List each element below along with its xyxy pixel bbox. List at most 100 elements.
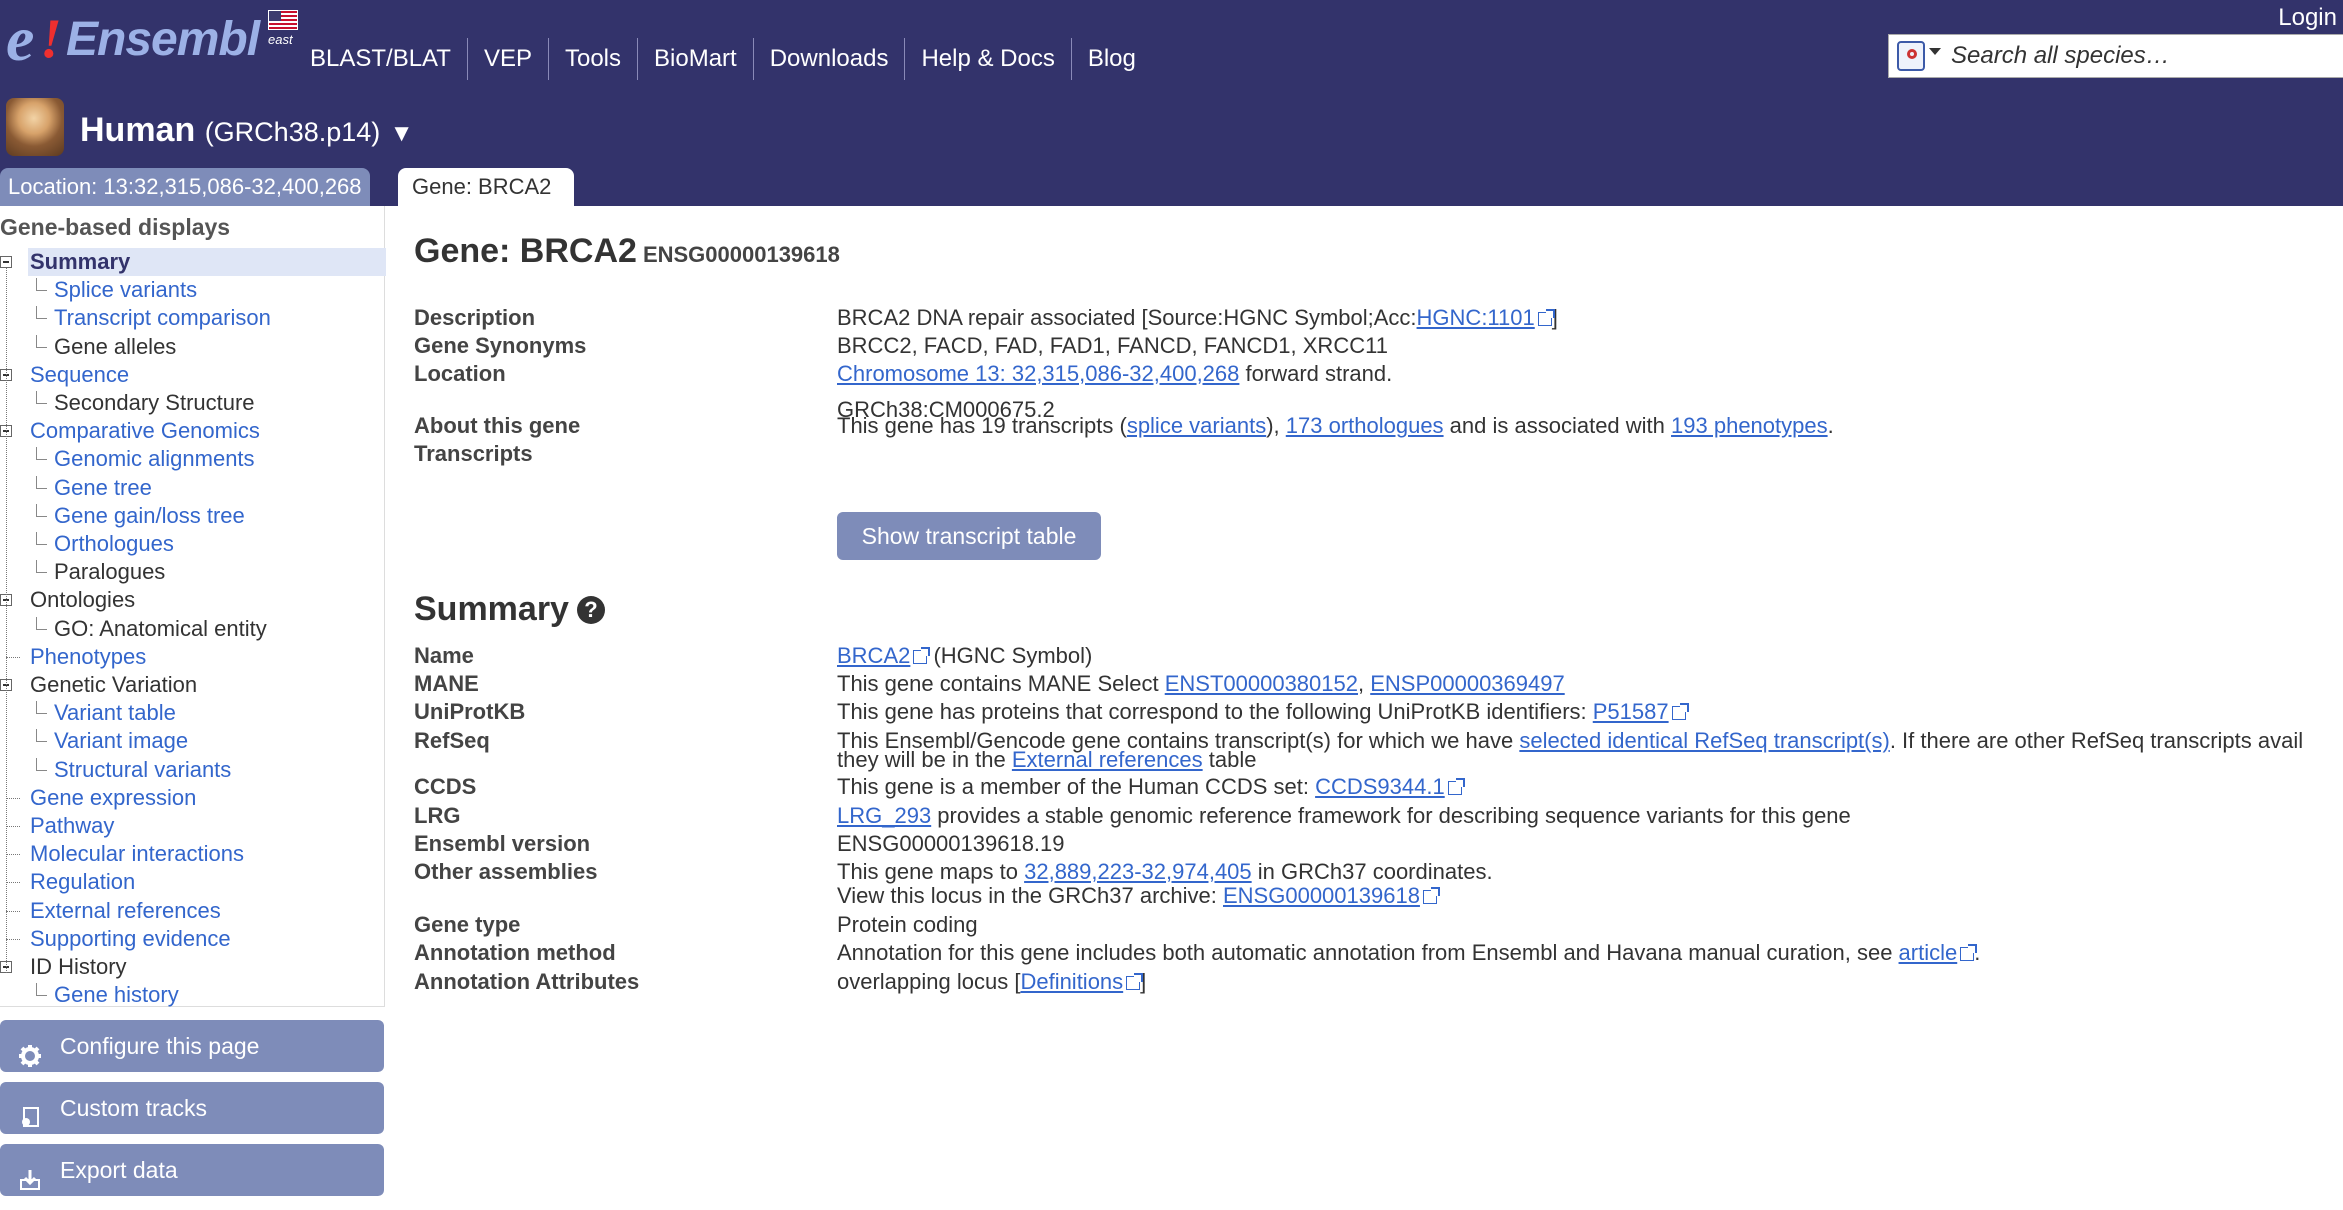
export-data-button[interactable]: Export data [0,1144,384,1196]
uniprot-text: This gene has proteins that correspond t… [837,699,1593,724]
mane-label: MANE [414,671,479,696]
ensembl-logo[interactable]: e ! Ensembl east [6,3,298,74]
lrg-link[interactable]: LRG_293 [837,803,931,828]
hgnc-symbol-link[interactable]: BRCA2 [837,643,910,668]
grch37-coordinates-link[interactable]: 32,889,223-32,974,405 [1024,859,1252,884]
sidebar-item-transcript-comparison[interactable]: Transcript comparison [54,304,271,332]
show-transcript-table-button[interactable]: Show transcript table [837,512,1101,560]
sidebar-item-label: Molecular interactions [30,841,244,867]
sidebar-item-molecular-interactions[interactable]: Molecular interactions [30,840,244,868]
sidebar-item-label: Variant image [54,728,189,754]
uniprot-value: This gene has proteins that correspond t… [837,698,1689,726]
tree-branch-line [36,447,47,461]
article-link[interactable]: article [1899,940,1958,965]
sidebar-item-gene-expression[interactable]: Gene expression [30,784,196,812]
nav-downloads[interactable]: Downloads [752,38,905,80]
tree-branch-line [36,334,47,348]
species-dropdown-icon[interactable]: ▼ [390,120,414,147]
chromosome-location-link[interactable]: Chromosome 13: 32,315,086-32,400,268 [837,361,1239,386]
chevron-down-icon[interactable] [1929,48,1941,55]
sidebar-item-gene-history[interactable]: Gene history [54,981,179,1009]
sidebar-item-label: Supporting evidence [30,925,231,951]
definitions-link[interactable]: Definitions [1020,969,1123,994]
about-label: About this gene [414,413,581,438]
sidebar-item-orthologues[interactable]: Orthologues [54,530,174,558]
tree-branch-line [36,757,47,771]
lrg-value: LRG_293 provides a stable genomic refere… [837,802,1851,830]
sidebar-item-label: Transcript comparison [54,305,271,331]
sidebar-item-comparative-genomics[interactable]: Comparative Genomics [30,417,260,445]
sidebar-item-label: Sequence [30,361,130,387]
sidebar-item-variant-table[interactable]: Variant table [54,699,176,727]
nav-help-docs[interactable]: Help & Docs [904,38,1070,80]
nav-tools[interactable]: Tools [547,38,637,80]
other-text-3: View this locus in the GRCh37 archive: [837,883,1223,908]
sidebar-item-supporting-evidence[interactable]: Supporting evidence [30,925,231,953]
tree-connector-line [6,882,20,884]
logo-subtitle: east [268,32,293,47]
species-title[interactable]: Human (GRCh38.p14) ▼ [80,108,414,156]
refseq-transcripts-link[interactable]: selected identical RefSeq transcript(s) [1519,728,1890,753]
sidebar-item-go-anatomical-entity: GO: Anatomical entity [54,615,267,643]
sidebar-item-gene-gain-loss-tree[interactable]: Gene gain/loss tree [54,502,245,530]
help-icon[interactable]: ? [576,596,605,624]
tab-location[interactable]: Location: 13:32,315,086-32,400,268 [0,168,370,206]
search-input[interactable] [1949,35,2343,77]
sidebar-button-label: Configure this page [60,1033,260,1059]
ccds-link[interactable]: CCDS9344.1 [1315,774,1445,799]
tree-branch-line [36,306,47,320]
sidebar-item-phenotypes[interactable]: Phenotypes [30,643,146,671]
us-flag-icon [268,10,298,30]
mane-protein-link[interactable]: ENSP00000369497 [1370,671,1565,696]
nav-blast[interactable]: BLAST/BLAT [298,38,467,80]
tree-branch-line [36,532,47,545]
sidebar-item-pathway[interactable]: Pathway [30,812,114,840]
sidebar-item-label: Genetic Variation [30,672,198,697]
sidebar-item-label: Variant table [54,700,176,726]
sidebar-item-external-references[interactable]: External references [30,897,221,925]
sidebar-item-label: Structural variants [54,756,232,782]
mane-text: This gene contains MANE Select [837,671,1165,696]
transcripts-label: Transcripts [414,441,533,466]
location-label: Location [414,361,506,386]
collapse-toggle-icon[interactable] [0,256,12,268]
nav-blog[interactable]: Blog [1070,38,1152,80]
uniprot-label: UniProtKB [414,699,526,724]
logo-e-glyph: e [6,3,35,74]
nav-biomart[interactable]: BioMart [637,38,753,80]
sidebar-item-genomic-alignments[interactable]: Genomic alignments [54,445,255,473]
mane-separator: , [1357,671,1371,696]
uniprot-link[interactable]: P51587 [1593,699,1669,724]
sidebar-item-sequence[interactable]: Sequence [30,361,129,389]
configure-this-page-button[interactable]: Configure this page [0,1020,384,1072]
location-value: Chromosome 13: 32,315,086-32,400,268 for… [837,360,1392,388]
mane-transcript-link[interactable]: ENST00000380152 [1165,671,1358,696]
species-avatar[interactable] [6,98,64,156]
hgnc-link[interactable]: HGNC:1101 [1417,305,1535,330]
lrg-label: LRG [414,803,461,828]
name-text: (HGNC Symbol) [927,643,1093,668]
custom-tracks-button[interactable]: Custom tracks [0,1082,384,1134]
login-link[interactable]: Login [2272,0,2343,36]
sidebar-item-gene-tree[interactable]: Gene tree [54,474,152,502]
tab-gene[interactable]: Gene: BRCA2 [398,168,574,206]
sidebar-item-variant-image[interactable]: Variant image [54,727,188,755]
ccds-text: This gene is a member of the Human CCDS … [837,774,1316,799]
orthologues-link[interactable]: 173 orthologues [1286,413,1444,438]
sidebar-item-splice-variants[interactable]: Splice variants [54,276,197,304]
description-value: BRCA2 DNA repair associated [Source:HGNC… [837,304,1558,332]
sidebar-item-paralogues: Paralogues [54,558,165,586]
phenotypes-link[interactable]: 193 phenotypes [1671,413,1828,438]
nav-vep[interactable]: VEP [466,38,548,80]
refseq-value-line2: they will be in the External references … [837,746,1256,774]
sidebar-item-summary[interactable]: Summary [28,248,386,276]
tree-connector-line [6,938,20,940]
sidebar-item-structural-variants[interactable]: Structural variants [54,756,231,784]
grch37-archive-link[interactable]: ENSG00000139618 [1223,883,1420,908]
search-species-icon[interactable] [1897,41,1925,71]
about-text-3: and is associated with [1443,413,1672,438]
external-references-link[interactable]: External references [1012,747,1203,772]
sidebar-item-regulation[interactable]: Regulation [30,868,135,896]
splice-variants-link[interactable]: splice variants [1127,413,1266,438]
assembly-name: (GRCh38.p14) [204,117,381,147]
